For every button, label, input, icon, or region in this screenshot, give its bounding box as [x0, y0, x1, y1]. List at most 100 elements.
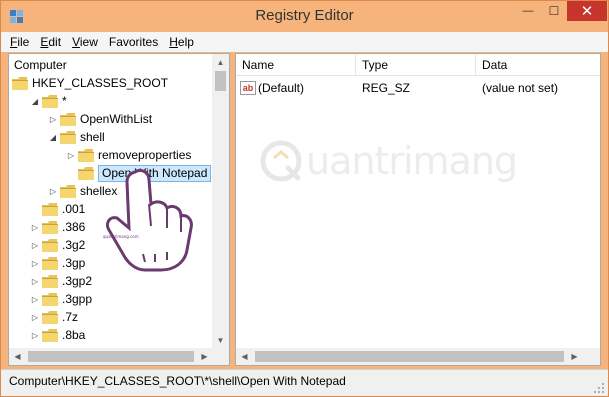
tree-item[interactable]: ▷ .3gpp: [30, 290, 92, 308]
menu-view-accel: V: [72, 35, 80, 49]
folder-icon: [60, 184, 76, 198]
tree-vscroll-thumb[interactable]: [215, 71, 226, 91]
menu-help-accel: H: [169, 35, 178, 49]
scroll-down-icon[interactable]: ▼: [212, 332, 229, 349]
tree-item[interactable]: ▷ .3g2: [30, 236, 85, 254]
menu-view[interactable]: View: [72, 35, 98, 49]
tree-item[interactable]: ▷ removeproperties: [66, 146, 191, 164]
pointing-hand-icon: quantrimang.com: [103, 168, 193, 272]
folder-icon: [60, 112, 76, 126]
tree-hscroll-thumb[interactable]: [28, 351, 194, 362]
collapsed-arrow-icon[interactable]: ▷: [30, 290, 40, 308]
collapsed-arrow-icon[interactable]: ▷: [30, 254, 40, 272]
menu-edit[interactable]: Edit: [40, 35, 61, 49]
folder-icon: [42, 220, 58, 234]
tree-vertical-scrollbar[interactable]: ▲ ▼: [212, 54, 229, 349]
tree-item[interactable]: ▷ .3gp2: [30, 272, 92, 290]
folder-icon: [78, 166, 94, 180]
tree-item[interactable]: .001: [30, 200, 85, 218]
collapsed-arrow-icon[interactable]: ▷: [48, 182, 58, 200]
folder-icon: [42, 274, 58, 288]
scroll-right-icon[interactable]: ▶: [196, 348, 213, 365]
menu-help-rest: elp: [177, 35, 194, 49]
tree-item[interactable]: ▷ OpenWithList: [48, 110, 152, 128]
folder-icon: [42, 292, 58, 306]
values-list-pane[interactable]: Name Type Data ab (Default) REG_SZ (valu…: [235, 53, 601, 366]
tree-item[interactable]: ◢ shell: [48, 128, 105, 146]
column-header-type[interactable]: Type: [356, 54, 476, 76]
list-horizontal-scrollbar[interactable]: ◀ ▶: [236, 348, 583, 365]
scroll-left-icon[interactable]: ◀: [9, 348, 26, 365]
minimize-button[interactable]: —: [515, 1, 541, 21]
list-hscroll-thumb[interactable]: [255, 351, 564, 362]
column-header-name[interactable]: Name: [236, 54, 356, 76]
close-button[interactable]: ✕: [567, 1, 607, 21]
tree-item[interactable]: Computer: [14, 56, 67, 74]
watermark: uantrimang: [258, 138, 518, 184]
minimize-icon: —: [522, 5, 534, 17]
scroll-corner: [583, 348, 600, 365]
maximize-button[interactable]: ☐: [541, 1, 567, 21]
registry-editor-window: Registry Editor — ☐ ✕ File Edit View Fav…: [0, 0, 609, 397]
tree-item-label: .3gp: [62, 256, 86, 270]
resize-grip-icon[interactable]: [593, 382, 605, 394]
menu-help[interactable]: Help: [169, 35, 194, 49]
collapsed-arrow-icon[interactable]: ▷: [66, 146, 76, 164]
menu-bar: File Edit View Favorites Help: [1, 32, 608, 52]
collapsed-arrow-icon[interactable]: ▷: [30, 218, 40, 236]
tree-item[interactable]: ▷ .8ba: [30, 326, 85, 344]
tree-item-label: OpenWithList: [80, 112, 153, 126]
menu-file[interactable]: File: [10, 35, 29, 49]
folder-icon: [42, 310, 58, 324]
tree-item-label: Computer: [14, 58, 67, 72]
tree-item[interactable]: ▷ .386: [30, 218, 85, 236]
ab-string-icon: ab: [240, 81, 256, 95]
collapsed-arrow-icon[interactable]: ▷: [30, 272, 40, 290]
folder-icon: [12, 76, 28, 90]
folder-icon: [78, 148, 94, 162]
tree-item-label: .3gpp: [62, 292, 93, 306]
scroll-corner: [212, 348, 229, 365]
folder-icon: [42, 202, 58, 216]
tree-item[interactable]: HKEY_CLASSES_ROOT: [12, 74, 168, 92]
title-bar[interactable]: Registry Editor — ☐ ✕: [1, 1, 608, 31]
tree-item-label: .3gp2: [62, 274, 93, 288]
tree-horizontal-scrollbar[interactable]: ◀ ▶: [9, 348, 213, 365]
folder-icon: [42, 238, 58, 252]
tree-item[interactable]: ▷ .3gp: [30, 254, 85, 272]
value-row[interactable]: ab (Default) REG_SZ (value not set): [236, 79, 600, 97]
value-type: REG_SZ: [362, 81, 411, 95]
expanded-arrow-icon[interactable]: ◢: [48, 128, 58, 146]
tree-item-label: *: [62, 94, 67, 108]
scroll-right-icon[interactable]: ▶: [566, 348, 583, 365]
maximize-icon: ☐: [548, 4, 560, 18]
tree-item-label: .3g2: [62, 238, 86, 252]
tree-item-label: .386: [62, 220, 86, 234]
column-header-data[interactable]: Data: [476, 54, 600, 76]
folder-icon: [42, 256, 58, 270]
folder-icon: [42, 94, 58, 108]
tree-item-label: HKEY_CLASSES_ROOT: [32, 76, 169, 90]
tree-item-label: shell: [80, 130, 105, 144]
status-path: Computer\HKEY_CLASSES_ROOT\*\shell\Open …: [9, 374, 346, 388]
svg-text:quantrimang.com: quantrimang.com: [103, 234, 139, 239]
expanded-arrow-icon[interactable]: ◢: [30, 92, 40, 110]
collapsed-arrow-icon[interactable]: ▷: [30, 308, 40, 326]
close-icon: ✕: [580, 3, 594, 20]
tree-item[interactable]: ◢ *: [30, 92, 67, 110]
scroll-up-icon[interactable]: ▲: [212, 54, 229, 71]
menu-file-rest: ile: [17, 35, 30, 49]
scroll-left-icon[interactable]: ◀: [236, 348, 253, 365]
folder-icon: [60, 130, 76, 144]
tree-item-label: removeproperties: [98, 148, 192, 162]
collapsed-arrow-icon[interactable]: ▷: [30, 326, 40, 344]
menu-edit-rest: dit: [48, 35, 62, 49]
menu-favorites[interactable]: Favorites: [109, 35, 158, 49]
tree-item[interactable]: ▷ .7z: [30, 308, 78, 326]
watermark-text: uantrimang: [306, 139, 518, 183]
collapsed-arrow-icon[interactable]: ▷: [30, 236, 40, 254]
status-bar: Computer\HKEY_CLASSES_ROOT\*\shell\Open …: [1, 369, 608, 396]
collapsed-arrow-icon[interactable]: ▷: [48, 110, 58, 128]
